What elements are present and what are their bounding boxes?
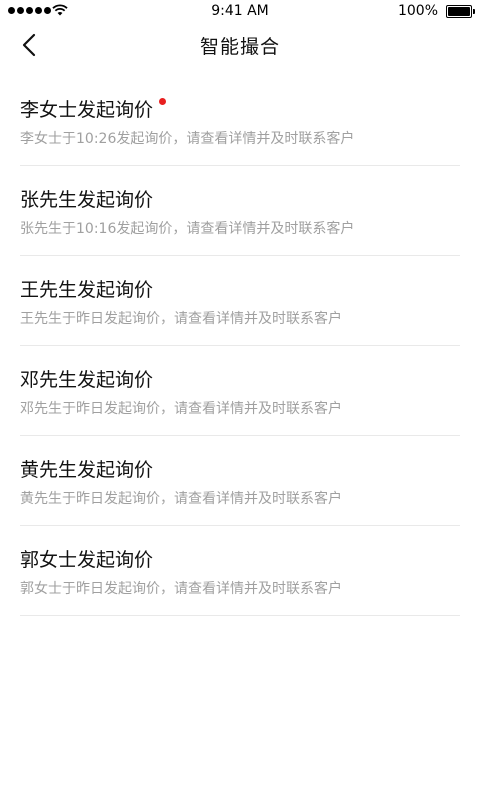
item-subtitle: 黄先生于昨日发起询价，请查看详情并及时联系客户	[20, 491, 342, 507]
item-title: 黄先生发起询价	[20, 459, 154, 481]
list-item[interactable]: 李女士发起询价 李女士于10:26发起询价，请查看详情并及时联系客户	[20, 76, 460, 166]
item-subtitle: 王先生于昨日发起询价，请查看详情并及时联系客户	[20, 311, 342, 327]
item-title: 张先生发起询价	[20, 189, 154, 211]
list-item[interactable]: 黄先生发起询价 黄先生于昨日发起询价，请查看详情并及时联系客户	[20, 436, 460, 526]
item-subtitle: 张先生于10:16发起询价，请查看详情并及时联系客户	[20, 221, 355, 237]
item-subtitle: 郭女士于昨日发起询价，请查看详情并及时联系客户	[20, 581, 342, 597]
status-bar: 9:41 AM 100%	[0, 0, 480, 22]
item-title: 郭女士发起询价	[20, 549, 154, 571]
item-title-row: 李女士发起询价	[20, 95, 167, 122]
list-item[interactable]: 张先生发起询价 张先生于10:16发起询价，请查看详情并及时联系客户	[20, 166, 460, 256]
item-subtitle: 李女士于10:26发起询价，请查看详情并及时联系客户	[20, 131, 355, 147]
navigation-bar: 智能撮合	[0, 22, 480, 68]
list-item[interactable]: 邓先生发起询价 邓先生于昨日发起询价，请查看详情并及时联系客户	[20, 346, 460, 436]
unread-dot-icon	[159, 98, 167, 105]
page-title: 智能撮合	[199, 36, 280, 58]
battery-icon	[446, 5, 475, 18]
inquiry-list: 李女士发起询价 李女士于10:26发起询价，请查看详情并及时联系客户 张先生发起…	[20, 76, 460, 616]
item-subtitle: 邓先生于昨日发起询价，请查看详情并及时联系客户	[20, 401, 342, 417]
item-title: 王先生发起询价	[20, 279, 154, 301]
item-title: 邓先生发起询价	[20, 369, 154, 391]
item-title: 李女士发起询价	[20, 99, 154, 121]
list-item[interactable]: 郭女士发起询价 郭女士于昨日发起询价，请查看详情并及时联系客户	[20, 526, 460, 616]
battery-percent: 100%	[397, 3, 438, 19]
list-item[interactable]: 王先生发起询价 王先生于昨日发起询价，请查看详情并及时联系客户	[20, 256, 460, 346]
